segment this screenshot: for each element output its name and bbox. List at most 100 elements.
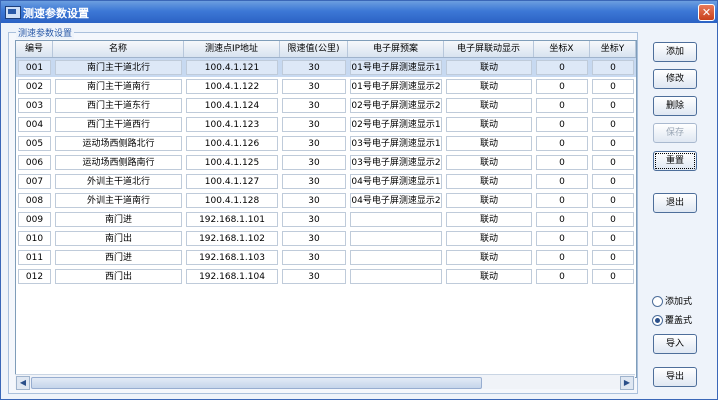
edit-button[interactable]: 修改	[653, 69, 697, 89]
cell-name[interactable]: 西门出	[55, 269, 182, 284]
cell-coord-x[interactable]: 0	[536, 98, 588, 113]
cell-screen-link[interactable]: 联动	[446, 250, 532, 265]
cell-screen-plan[interactable]: 01号电子屏测速显示2	[350, 79, 442, 94]
save-button[interactable]: 保存	[653, 123, 697, 143]
cell-coord-y[interactable]: 0	[592, 98, 634, 113]
cell-screen-link[interactable]: 联动	[446, 98, 532, 113]
table-row[interactable]: 012 西门出 192.168.1.104 30 联动 0 0	[16, 267, 636, 286]
cell-screen-link[interactable]: 联动	[446, 212, 532, 227]
cell-speed-limit[interactable]: 30	[282, 79, 346, 94]
cell-coord-y[interactable]: 0	[592, 136, 634, 151]
col-header-speed-limit[interactable]: 限速值(公里)	[280, 41, 348, 57]
cell-ip[interactable]: 100.4.1.127	[186, 174, 278, 189]
table-row[interactable]: 004 西门主干道西行 100.4.1.123 30 02号电子屏测速显示1 联动 0 0	[16, 115, 636, 134]
cell-speed-limit[interactable]: 30	[282, 60, 346, 75]
cell-name[interactable]: 南门出	[55, 231, 182, 246]
cell-id[interactable]: 002	[18, 79, 51, 94]
table-row[interactable]: 010 南门出 192.168.1.102 30 联动 0 0	[16, 229, 636, 248]
cell-ip[interactable]: 100.4.1.124	[186, 98, 278, 113]
cell-speed-limit[interactable]: 30	[282, 155, 346, 170]
cell-coord-y[interactable]: 0	[592, 231, 634, 246]
cell-speed-limit[interactable]: 30	[282, 136, 346, 151]
cell-screen-plan[interactable]	[350, 231, 442, 246]
cell-coord-x[interactable]: 0	[536, 79, 588, 94]
cell-ip[interactable]: 100.4.1.121	[186, 60, 278, 75]
cell-screen-link[interactable]: 联动	[446, 136, 532, 151]
cell-ip[interactable]: 100.4.1.123	[186, 117, 278, 132]
cell-name[interactable]: 西门进	[55, 250, 182, 265]
cell-id[interactable]: 011	[18, 250, 51, 265]
cell-coord-x[interactable]: 0	[536, 231, 588, 246]
cell-ip[interactable]: 100.4.1.126	[186, 136, 278, 151]
cell-name[interactable]: 西门主干道东行	[55, 98, 182, 113]
delete-button[interactable]: 删除	[653, 96, 697, 116]
table-row[interactable]: 003 西门主干道东行 100.4.1.124 30 02号电子屏测速显示2 联动 0 0	[16, 96, 636, 115]
scroll-left-arrow-icon[interactable]: ◀	[16, 376, 30, 390]
cell-id[interactable]: 012	[18, 269, 51, 284]
cell-ip[interactable]: 192.168.1.101	[186, 212, 278, 227]
cell-name[interactable]: 运动场西侧路北行	[55, 136, 182, 151]
horizontal-scrollbar[interactable]: ◀ ▶	[15, 374, 635, 390]
cell-coord-x[interactable]: 0	[536, 117, 588, 132]
cell-coord-y[interactable]: 0	[592, 174, 634, 189]
col-header-ip[interactable]: 测速点IP地址	[184, 41, 280, 57]
cell-coord-y[interactable]: 0	[592, 117, 634, 132]
add-button[interactable]: 添加	[653, 42, 697, 62]
table-row[interactable]: 005 运动场西侧路北行 100.4.1.126 30 03号电子屏测速显示1 联动 0 0	[16, 134, 636, 153]
append-mode-radio[interactable]: 添加式	[652, 295, 692, 309]
cell-screen-plan[interactable]	[350, 269, 442, 284]
cell-name[interactable]: 南门主干道北行	[55, 60, 182, 75]
cell-coord-y[interactable]: 0	[592, 79, 634, 94]
col-header-screen-link[interactable]: 电子屏联动显示	[444, 41, 534, 57]
radio-button-icon[interactable]	[652, 296, 663, 307]
cell-coord-x[interactable]: 0	[536, 250, 588, 265]
cell-coord-x[interactable]: 0	[536, 60, 588, 75]
cell-coord-y[interactable]: 0	[592, 269, 634, 284]
cell-screen-link[interactable]: 联动	[446, 117, 532, 132]
cell-name[interactable]: 运动场西侧路南行	[55, 155, 182, 170]
import-button[interactable]: 导入	[653, 334, 697, 354]
cell-speed-limit[interactable]: 30	[282, 269, 346, 284]
cell-speed-limit[interactable]: 30	[282, 174, 346, 189]
table-row[interactable]: 011 西门进 192.168.1.103 30 联动 0 0	[16, 248, 636, 267]
cell-id[interactable]: 010	[18, 231, 51, 246]
cell-speed-limit[interactable]: 30	[282, 98, 346, 113]
overwrite-mode-radio[interactable]: 覆盖式	[652, 314, 692, 328]
cell-id[interactable]: 001	[18, 60, 51, 75]
cell-ip[interactable]: 100.4.1.125	[186, 155, 278, 170]
export-button[interactable]: 导出	[653, 367, 697, 387]
cell-id[interactable]: 007	[18, 174, 51, 189]
cell-coord-y[interactable]: 0	[592, 212, 634, 227]
cell-ip[interactable]: 192.168.1.103	[186, 250, 278, 265]
cell-coord-y[interactable]: 0	[592, 193, 634, 208]
cell-screen-link[interactable]: 联动	[446, 231, 532, 246]
cell-coord-x[interactable]: 0	[536, 269, 588, 284]
cell-screen-link[interactable]: 联动	[446, 174, 532, 189]
cell-screen-link[interactable]: 联动	[446, 155, 532, 170]
cell-speed-limit[interactable]: 30	[282, 231, 346, 246]
table-row[interactable]: 009 南门进 192.168.1.101 30 联动 0 0	[16, 210, 636, 229]
exit-button[interactable]: 退出	[653, 193, 697, 213]
cell-id[interactable]: 003	[18, 98, 51, 113]
cell-screen-plan[interactable]: 02号电子屏测速显示2	[350, 98, 442, 113]
col-header-coord-x[interactable]: 坐标X	[534, 41, 590, 57]
reset-button[interactable]: 重置	[653, 151, 697, 171]
col-header-coord-y[interactable]: 坐标Y	[590, 41, 636, 57]
cell-coord-x[interactable]: 0	[536, 193, 588, 208]
cell-speed-limit[interactable]: 30	[282, 117, 346, 132]
cell-name[interactable]: 南门主干道南行	[55, 79, 182, 94]
scroll-thumb[interactable]	[31, 377, 482, 389]
cell-coord-y[interactable]: 0	[592, 250, 634, 265]
cell-coord-x[interactable]: 0	[536, 174, 588, 189]
table-row[interactable]: 001 南门主干道北行 100.4.1.121 30 01号电子屏测速显示1 联动 0 0	[16, 58, 636, 77]
cell-ip[interactable]: 100.4.1.122	[186, 79, 278, 94]
radio-button-icon[interactable]	[652, 315, 663, 326]
cell-speed-limit[interactable]: 30	[282, 212, 346, 227]
cell-screen-link[interactable]: 联动	[446, 269, 532, 284]
cell-screen-plan[interactable]: 01号电子屏测速显示1	[350, 60, 442, 75]
cell-id[interactable]: 006	[18, 155, 51, 170]
cell-name[interactable]: 外训主干道南行	[55, 193, 182, 208]
cell-screen-link[interactable]: 联动	[446, 79, 532, 94]
cell-screen-plan[interactable]	[350, 212, 442, 227]
cell-screen-plan[interactable]: 04号电子屏测速显示2	[350, 193, 442, 208]
